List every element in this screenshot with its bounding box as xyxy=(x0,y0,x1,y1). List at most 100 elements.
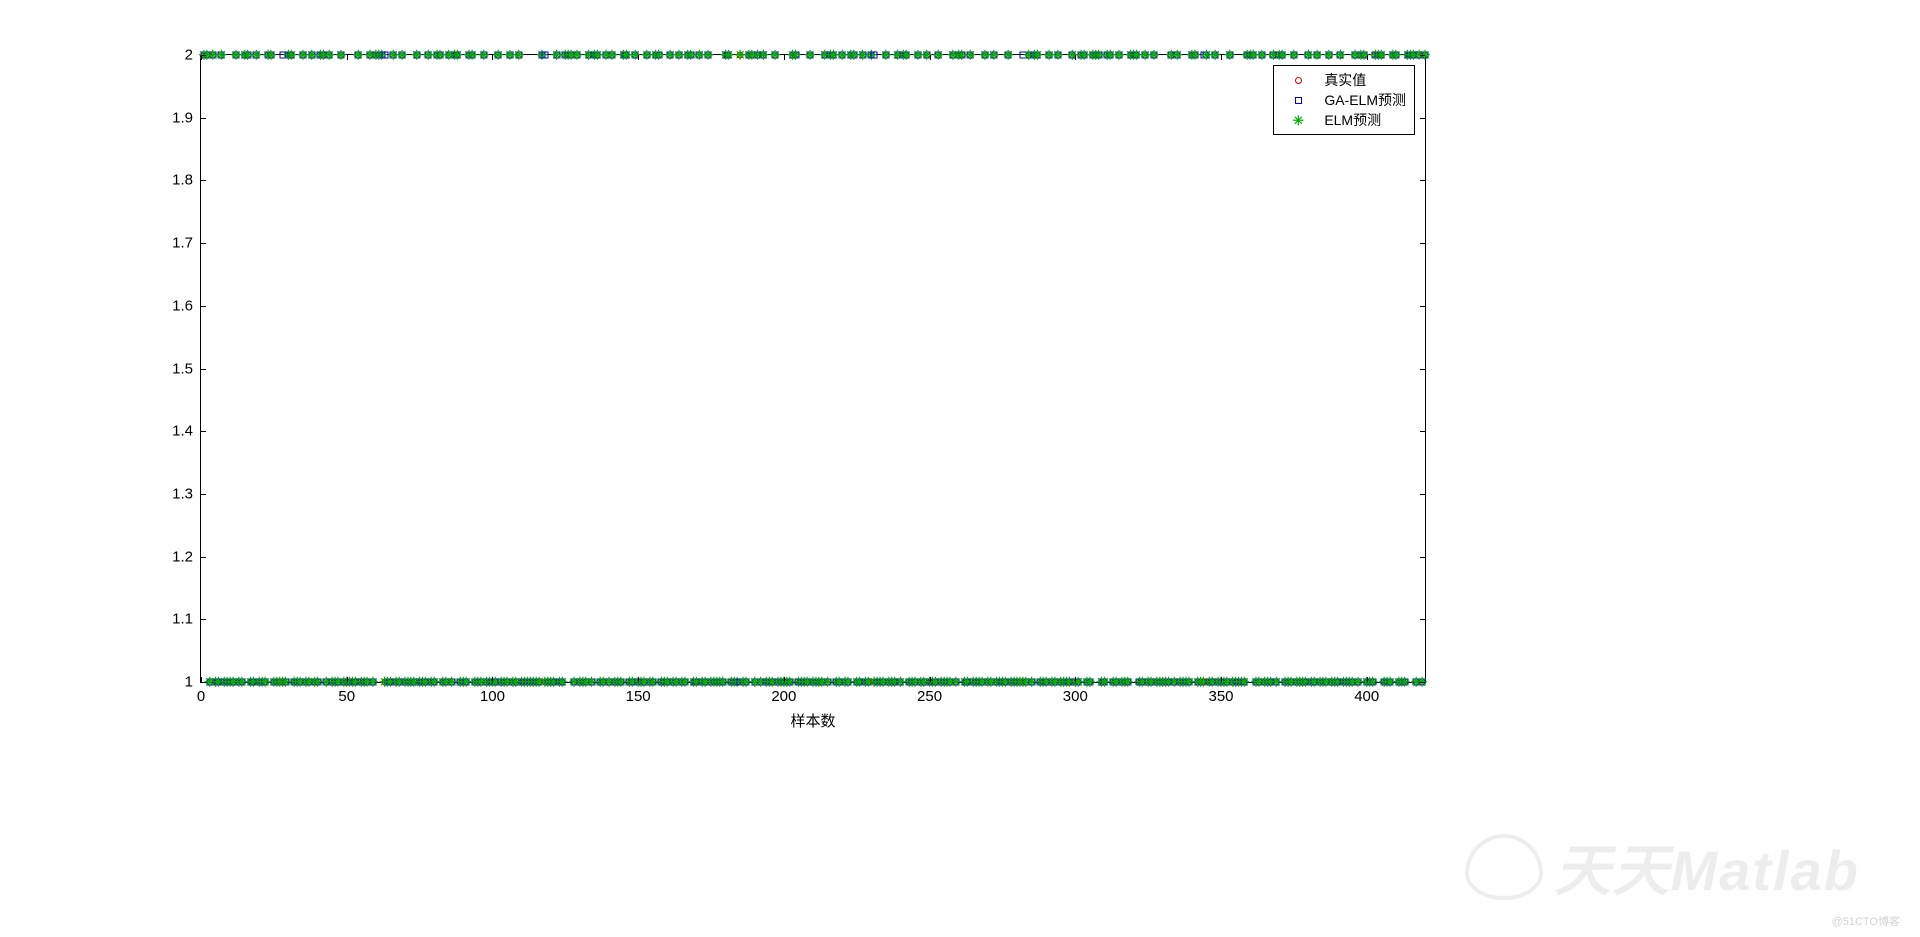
marker-square-marker xyxy=(722,52,729,59)
marker-square-marker xyxy=(766,679,773,686)
marker-square-marker xyxy=(334,679,341,686)
marker-circle-marker xyxy=(361,679,368,686)
marker-star-marker: ✳ xyxy=(1341,676,1352,689)
marker-square-marker xyxy=(1387,679,1394,686)
marker-star-marker: ✳ xyxy=(1253,676,1264,689)
marker-square-marker xyxy=(678,679,685,686)
marker-circle-marker xyxy=(1127,52,1134,59)
marker-star-marker: ✳ xyxy=(837,49,848,62)
marker-circle-marker xyxy=(1162,679,1169,686)
marker-star-marker: ✳ xyxy=(679,676,690,689)
marker-circle-marker xyxy=(1139,679,1146,686)
marker-circle-marker xyxy=(684,52,691,59)
marker-circle-marker xyxy=(375,52,382,59)
marker-circle-marker xyxy=(844,679,851,686)
marker-circle-marker xyxy=(894,52,901,59)
marker-square-marker xyxy=(1247,52,1254,59)
marker-star-marker: ✳ xyxy=(1020,676,1031,689)
marker-circle-marker xyxy=(218,52,225,59)
marker-star-marker: ✳ xyxy=(469,676,480,689)
marker-circle-marker xyxy=(1354,679,1361,686)
marker-square-marker xyxy=(1346,679,1353,686)
marker-square-marker xyxy=(238,679,245,686)
marker-circle-marker xyxy=(451,52,458,59)
marker-star-marker: ✳ xyxy=(802,676,813,689)
marker-circle-marker xyxy=(658,679,665,686)
y-tick-label: 1.7 xyxy=(172,235,193,252)
marker-square-marker xyxy=(512,679,519,686)
marker-square-marker xyxy=(291,679,298,686)
marker-star-marker: ✳ xyxy=(365,49,376,62)
marker-circle-marker xyxy=(1287,679,1294,686)
marker-square-marker xyxy=(1392,52,1399,59)
marker-circle-marker xyxy=(914,52,921,59)
marker-square-marker xyxy=(206,679,213,686)
marker-circle-marker xyxy=(582,679,589,686)
marker-square-marker xyxy=(850,52,857,59)
marker-circle-marker xyxy=(230,679,237,686)
marker-square-marker xyxy=(247,679,254,686)
marker-square-marker xyxy=(1410,52,1417,59)
marker-star-marker: ✳ xyxy=(1096,676,1107,689)
marker-star-marker: ✳ xyxy=(668,676,679,689)
marker-star-marker: ✳ xyxy=(231,49,242,62)
marker-star-marker: ✳ xyxy=(1154,676,1165,689)
marker-square-marker xyxy=(1089,52,1096,59)
marker-circle-marker xyxy=(1019,679,1026,686)
marker-circle-marker xyxy=(941,679,948,686)
marker-square-marker xyxy=(1174,52,1181,59)
marker-square-marker xyxy=(1025,52,1032,59)
marker-square-marker xyxy=(448,679,455,686)
y-tick-label: 1.1 xyxy=(172,611,193,628)
marker-circle-marker xyxy=(1113,679,1120,686)
marker-star-marker: ✳ xyxy=(810,676,821,689)
marker-star-marker: ✳ xyxy=(621,49,632,62)
marker-star-marker: ✳ xyxy=(1032,49,1043,62)
marker-star-marker: ✳ xyxy=(420,676,431,689)
marker-square-marker xyxy=(367,52,374,59)
marker-star-marker: ✳ xyxy=(452,49,463,62)
marker-circle-marker xyxy=(1407,52,1414,59)
marker-star-marker: ✳ xyxy=(362,676,373,689)
marker-square-marker xyxy=(1104,52,1111,59)
marker-star-marker: ✳ xyxy=(1370,49,1381,62)
marker-star-marker: ✳ xyxy=(1128,49,1139,62)
marker-square-marker xyxy=(912,679,919,686)
marker-star-marker: ✳ xyxy=(1029,49,1040,62)
marker-star-marker: ✳ xyxy=(557,676,568,689)
marker-circle-marker xyxy=(536,679,543,686)
marker-circle-marker xyxy=(521,679,528,686)
marker-square-marker xyxy=(1372,52,1379,59)
marker-square-marker xyxy=(742,679,749,686)
marker-circle-marker xyxy=(1401,679,1408,686)
marker-square-marker xyxy=(906,679,913,686)
marker-star-marker: ✳ xyxy=(239,49,250,62)
marker-star-marker: ✳ xyxy=(1277,49,1288,62)
marker-circle-marker xyxy=(1063,679,1070,686)
marker-circle-marker xyxy=(766,679,773,686)
marker-circle-marker xyxy=(515,52,522,59)
marker-square-marker xyxy=(952,679,959,686)
marker-star-marker: ✳ xyxy=(1023,49,1034,62)
marker-square-marker xyxy=(1183,679,1190,686)
marker-circle-marker xyxy=(1387,679,1394,686)
marker-circle-marker xyxy=(865,679,872,686)
marker-circle-marker xyxy=(393,679,400,686)
marker-square-marker xyxy=(597,679,604,686)
marker-square-marker xyxy=(402,679,409,686)
legend-item-gaelm: GA-ELM预测 xyxy=(1282,90,1406,110)
marker-circle-marker xyxy=(847,52,854,59)
y-tick-label: 1.3 xyxy=(172,485,193,502)
marker-circle-marker xyxy=(949,52,956,59)
marker-star-marker: ✳ xyxy=(1268,49,1279,62)
marker-star-marker: ✳ xyxy=(910,676,921,689)
marker-star-marker: ✳ xyxy=(1251,676,1262,689)
marker-star-marker: ✳ xyxy=(1248,49,1259,62)
marker-star-marker: ✳ xyxy=(1169,676,1180,689)
marker-star-marker: ✳ xyxy=(1373,49,1384,62)
marker-circle-marker xyxy=(232,52,239,59)
marker-star-marker: ✳ xyxy=(1239,676,1250,689)
marker-circle-marker xyxy=(856,679,863,686)
marker-star-marker: ✳ xyxy=(577,676,588,689)
marker-star-marker: ✳ xyxy=(574,676,585,689)
